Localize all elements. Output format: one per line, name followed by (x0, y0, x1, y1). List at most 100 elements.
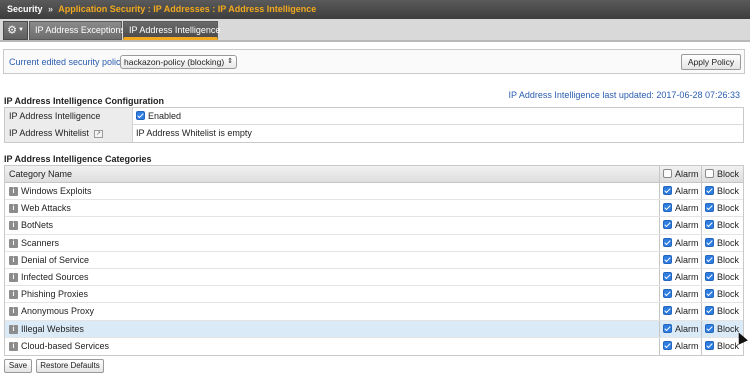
categories-heading: IP Address Intelligence Categories (4, 154, 152, 164)
column-divider (701, 251, 702, 268)
table-row[interactable]: i Anonymous Proxy Alarm Block (5, 303, 743, 321)
breadcrumb-path: Application Security : IP Addresses : IP… (58, 4, 317, 14)
column-divider (701, 268, 702, 286)
column-divider (701, 337, 702, 355)
block-checkbox[interactable] (705, 306, 714, 316)
alarm-checkbox[interactable] (663, 271, 672, 281)
column-divider (659, 286, 660, 303)
config-row-intelligence: IP Address Intelligence Enabled (5, 108, 743, 125)
info-icon[interactable]: i (9, 341, 18, 351)
block-cell: Block (705, 252, 739, 269)
info-icon[interactable]: i (9, 221, 18, 231)
external-link-icon[interactable]: ↗ (93, 129, 103, 138)
category-name: Illegal Websites (21, 323, 84, 334)
categories-table: Category Name Alarm Block i Windows Explo… (4, 165, 744, 356)
config-heading: IP Address Intelligence Configuration (4, 96, 165, 106)
block-checkbox[interactable] (705, 203, 714, 213)
block-checkbox[interactable] (705, 323, 714, 333)
column-divider (701, 166, 702, 182)
block-checkbox[interactable] (705, 271, 714, 281)
apply-policy-button[interactable]: Apply Policy (681, 54, 741, 70)
block-cell: Block (705, 183, 739, 200)
policy-select[interactable]: hackazon-policy (blocking) ⇕ (120, 55, 237, 69)
block-checkbox[interactable] (705, 340, 714, 350)
column-divider (701, 320, 702, 337)
info-icon[interactable]: i (9, 272, 18, 282)
block-cell: Block (705, 338, 739, 355)
alarm-checkbox[interactable] (663, 220, 672, 230)
table-body: i Windows Exploits Alarm Block i Web Attacks A… (5, 183, 743, 355)
alarm-cell: Alarm (663, 200, 699, 217)
table-row[interactable]: i Web Attacks Alarm Block (5, 200, 743, 218)
table-row[interactable]: i Phishing Proxies Alarm Block (5, 286, 743, 304)
block-label: Block (717, 306, 740, 317)
tab-ip-address-exceptions[interactable]: IP Address Exceptions (29, 21, 125, 40)
column-divider (701, 200, 702, 217)
alarm-label: Alarm (675, 340, 699, 351)
table-row[interactable]: i Infected Sources Alarm Block (5, 268, 743, 287)
info-icon[interactable]: i (9, 238, 18, 248)
column-divider (659, 183, 660, 200)
alarm-checkbox[interactable] (663, 306, 672, 316)
block-checkbox[interactable] (705, 237, 714, 247)
column-divider (659, 251, 660, 268)
block-checkbox[interactable] (705, 220, 714, 230)
block-checkbox[interactable] (705, 186, 714, 195)
column-divider (659, 200, 660, 217)
table-row[interactable]: i Scanners Alarm Block (5, 234, 743, 252)
block-label: Block (717, 203, 740, 214)
alarm-checkbox[interactable] (663, 289, 672, 299)
config-value: IP Address Whitelist is empty (136, 128, 252, 138)
alarm-label: Alarm (675, 323, 699, 334)
config-label: IP Address Intelligence (5, 108, 133, 125)
alarm-label: Alarm (675, 254, 699, 265)
table-row[interactable]: i Windows Exploits Alarm Block (5, 183, 743, 201)
alarm-checkbox[interactable] (663, 340, 672, 350)
column-divider (659, 303, 660, 320)
save-button[interactable]: Save (4, 359, 32, 373)
alarm-cell: Alarm (663, 338, 699, 355)
block-label: Block (717, 254, 740, 265)
table-row[interactable]: i Denial of Service Alarm Block (5, 251, 743, 269)
table-row[interactable]: i BotNets Alarm Block (5, 217, 743, 235)
alarm-all-checkbox[interactable] (663, 169, 672, 178)
alarm-cell: Alarm (663, 235, 699, 252)
block-cell: Block (705, 303, 739, 320)
breadcrumb: Security » Application Security : IP Add… (0, 0, 750, 19)
select-arrows-icon: ⇕ (227, 58, 233, 65)
block-label: Block (717, 323, 740, 334)
block-label: Block (717, 340, 740, 351)
policy-label[interactable]: Current edited security policy (9, 57, 125, 67)
last-updated-text: IP Address Intelligence last updated: 20… (508, 90, 740, 100)
info-icon[interactable]: i (9, 324, 18, 334)
table-row[interactable]: i Illegal Websites Alarm Block (5, 320, 743, 338)
alarm-label: Alarm (675, 220, 699, 231)
restore-defaults-button[interactable]: Restore Defaults (36, 359, 104, 373)
table-row[interactable]: i Cloud-based Services Alarm Block (5, 337, 743, 355)
block-cell: Block (705, 286, 739, 303)
info-icon[interactable]: i (9, 307, 18, 317)
info-icon[interactable]: i (9, 290, 18, 300)
tab-ip-address-intelligence[interactable]: IP Address Intelligence (123, 21, 220, 40)
gear-menu-button[interactable]: ⚙▼ (3, 21, 28, 40)
alarm-checkbox[interactable] (663, 254, 672, 264)
alarm-checkbox[interactable] (663, 237, 672, 247)
enabled-checkbox[interactable] (136, 111, 145, 120)
enabled-label: Enabled (148, 111, 182, 121)
alarm-checkbox[interactable] (663, 186, 672, 195)
alarm-checkbox[interactable] (663, 323, 672, 333)
info-icon[interactable]: i (9, 187, 18, 196)
alarm-checkbox[interactable] (663, 203, 672, 213)
info-icon[interactable]: i (9, 204, 18, 214)
block-checkbox[interactable] (705, 289, 714, 299)
category-name: Anonymous Proxy (21, 306, 95, 317)
block-header-label: Block (717, 169, 740, 179)
column-divider (659, 320, 660, 337)
category-name: Infected Sources (21, 271, 89, 282)
block-checkbox[interactable] (705, 254, 714, 264)
breadcrumb-root[interactable]: Security (7, 4, 43, 14)
category-name: Windows Exploits (21, 186, 92, 196)
block-cell: Block (705, 235, 739, 252)
block-all-checkbox[interactable] (705, 169, 714, 178)
info-icon[interactable]: i (9, 255, 18, 265)
